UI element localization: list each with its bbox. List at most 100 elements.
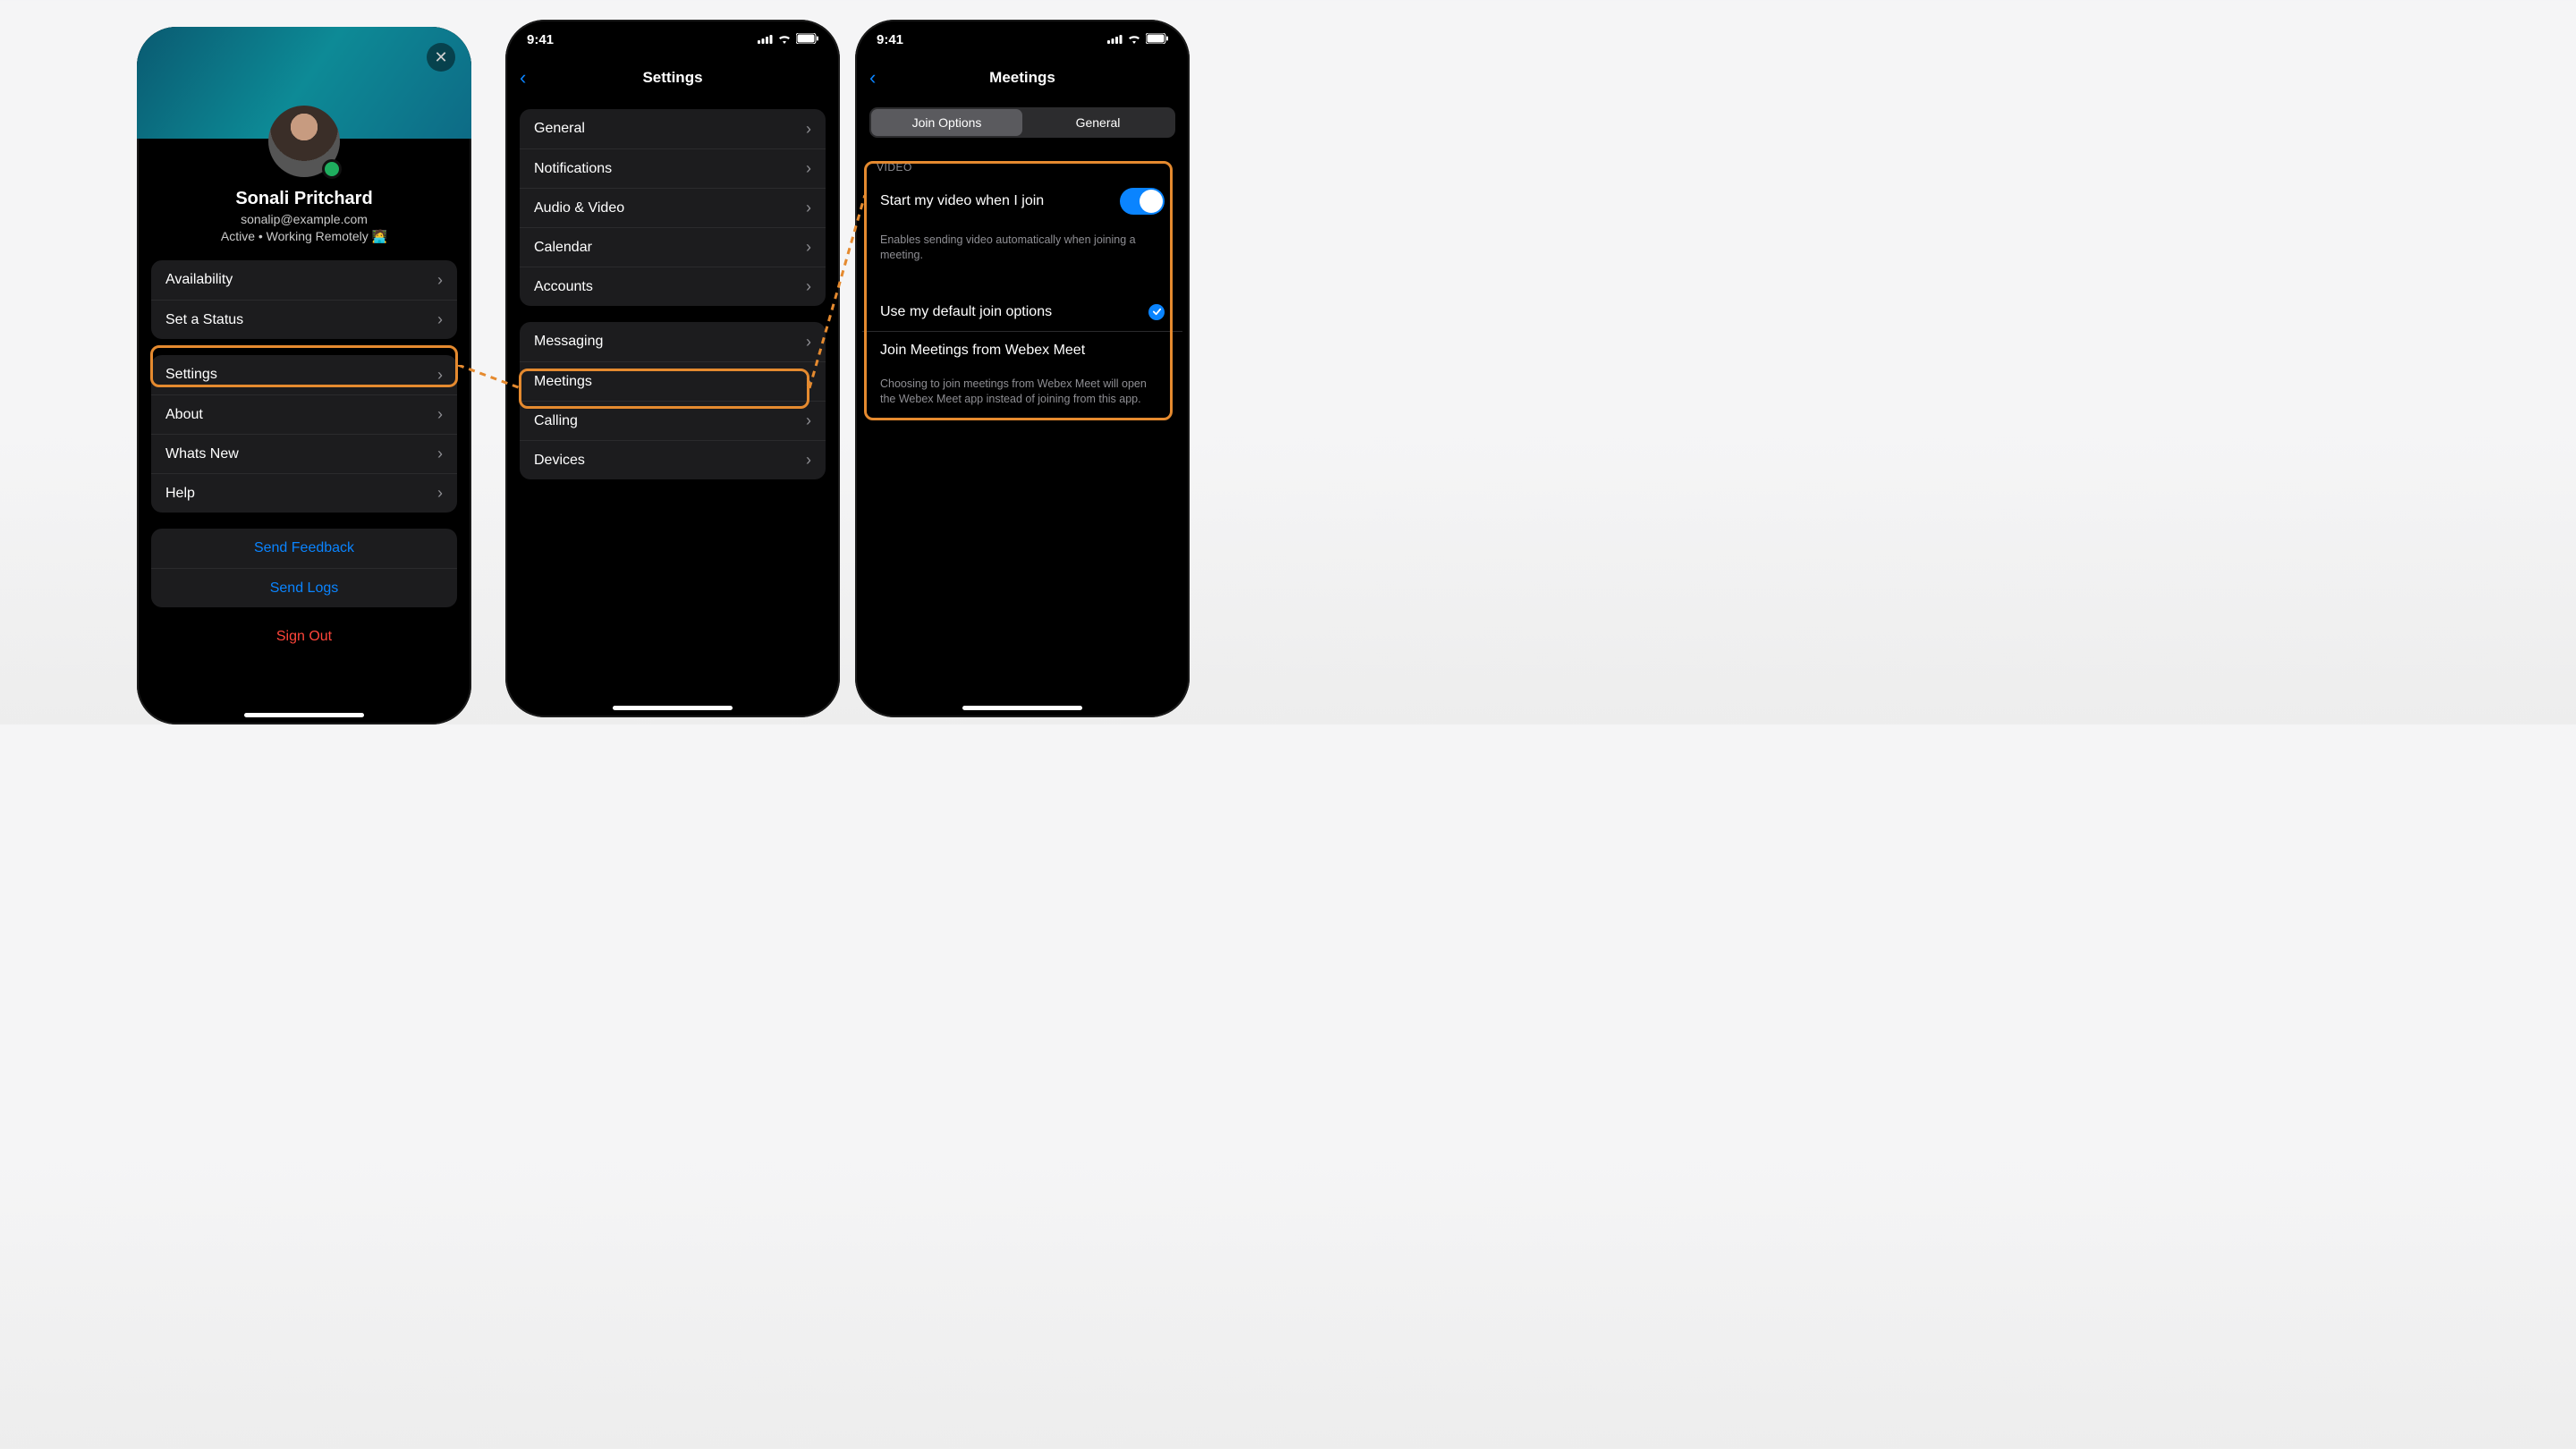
row-notifications[interactable]: Notifications › xyxy=(520,148,826,188)
nav-bar: ‹ Meetings xyxy=(855,59,1190,97)
row-label: Settings xyxy=(165,367,217,383)
row-label: Meetings xyxy=(534,374,592,390)
nav-title: Meetings xyxy=(989,69,1055,87)
segment-label: Join Options xyxy=(912,115,982,130)
row-use-default[interactable]: Use my default join options xyxy=(862,293,1182,332)
row-devices[interactable]: Devices › xyxy=(520,440,826,479)
row-label: Send Logs xyxy=(270,580,339,597)
segment-general[interactable]: General xyxy=(1022,109,1174,136)
chevron-right-icon: › xyxy=(806,411,811,430)
user-name: Sonali Pritchard xyxy=(137,189,471,209)
row-label: Start my video when I join xyxy=(880,193,1044,209)
settings-group-2: Messaging › Meetings › Calling › Devices › xyxy=(520,322,826,479)
status-time: 9:41 xyxy=(527,32,554,47)
chevron-right-icon: › xyxy=(437,405,443,424)
row-label: Use my default join options xyxy=(880,304,1052,320)
phone-profile: ✕ Sonali Pritchard sonalip@example.com A… xyxy=(137,27,471,724)
chevron-right-icon: › xyxy=(437,310,443,329)
row-settings[interactable]: Settings › xyxy=(151,355,457,394)
row-label: Set a Status xyxy=(165,312,243,328)
nav-title: Settings xyxy=(642,69,702,87)
segment-label: General xyxy=(1076,115,1121,130)
start-video-description: Enables sending video automatically when… xyxy=(862,225,1182,263)
presence-indicator xyxy=(322,159,342,179)
signal-icon xyxy=(1107,32,1123,47)
chevron-right-icon: › xyxy=(806,372,811,391)
row-send-logs[interactable]: Send Logs xyxy=(151,568,457,607)
back-button[interactable]: ‹ xyxy=(869,66,876,89)
profile-group-2: Settings › About › Whats New › Help › xyxy=(151,355,457,513)
row-whats-new[interactable]: Whats New › xyxy=(151,434,457,473)
chevron-right-icon: › xyxy=(806,199,811,217)
chevron-right-icon: › xyxy=(806,451,811,470)
wifi-icon xyxy=(1127,32,1141,47)
chevron-right-icon: › xyxy=(806,333,811,352)
phone-settings: 9:41 ‹ Settings General› Notifications› … xyxy=(505,20,840,717)
avatar[interactable] xyxy=(268,106,340,177)
chevron-right-icon: › xyxy=(806,277,811,296)
toggle-knob xyxy=(1140,190,1163,213)
home-indicator[interactable] xyxy=(962,706,1082,710)
row-label: Accounts xyxy=(534,279,593,295)
status-bar: 9:41 xyxy=(855,20,1190,59)
row-start-video[interactable]: Start my video when I join xyxy=(862,177,1182,225)
row-messaging[interactable]: Messaging › xyxy=(520,322,826,361)
wifi-icon xyxy=(777,32,792,47)
row-label: Whats New xyxy=(165,446,239,462)
row-label: Join Meetings from Webex Meet xyxy=(880,343,1085,359)
chevron-right-icon: › xyxy=(806,238,811,257)
nav-bar: ‹ Settings xyxy=(505,59,840,97)
row-label: Messaging xyxy=(534,334,603,350)
chevron-right-icon: › xyxy=(437,484,443,503)
status-bar: 9:41 xyxy=(505,20,840,59)
home-indicator[interactable] xyxy=(244,713,364,717)
row-set-status[interactable]: Set a Status › xyxy=(151,300,457,339)
row-calling[interactable]: Calling › xyxy=(520,401,826,440)
user-email: sonalip@example.com xyxy=(137,212,471,226)
profile-group-3: Send Feedback Send Logs xyxy=(151,529,457,607)
row-availability[interactable]: Availability › xyxy=(151,260,457,300)
row-help[interactable]: Help › xyxy=(151,473,457,513)
chevron-right-icon: › xyxy=(437,445,443,463)
toggle-start-video[interactable] xyxy=(1120,188,1165,215)
row-label: Calling xyxy=(534,413,578,429)
checkmark-icon xyxy=(1148,304,1165,320)
battery-icon xyxy=(796,32,818,47)
join-webex-description: Choosing to join meetings from Webex Mee… xyxy=(862,369,1182,407)
row-about[interactable]: About › xyxy=(151,394,457,434)
close-button[interactable]: ✕ xyxy=(427,43,455,72)
phone-meetings: 9:41 ‹ Meetings Join Options General VID… xyxy=(855,20,1190,717)
section-header-video: VIDEO xyxy=(877,161,1168,174)
row-join-webex[interactable]: Join Meetings from Webex Meet xyxy=(862,332,1182,369)
sign-out-label: Sign Out xyxy=(276,629,332,644)
row-send-feedback[interactable]: Send Feedback xyxy=(151,529,457,568)
row-label: Availability xyxy=(165,272,233,288)
back-button[interactable]: ‹ xyxy=(520,66,526,89)
row-audio-video[interactable]: Audio & Video › xyxy=(520,188,826,227)
chevron-right-icon: › xyxy=(437,271,443,290)
row-label: Send Feedback xyxy=(254,540,354,556)
chevron-right-icon: › xyxy=(806,159,811,178)
status-time: 9:41 xyxy=(877,32,903,47)
signal-icon xyxy=(758,32,773,47)
row-calendar[interactable]: Calendar › xyxy=(520,227,826,267)
sign-out-button[interactable]: Sign Out xyxy=(137,629,471,645)
row-label: General xyxy=(534,121,585,137)
row-label: Audio & Video xyxy=(534,200,624,216)
chevron-right-icon: › xyxy=(437,366,443,385)
row-meetings[interactable]: Meetings › xyxy=(520,361,826,401)
row-label: About xyxy=(165,407,203,423)
profile-group-1: Availability › Set a Status › xyxy=(151,260,457,339)
row-label: Notifications xyxy=(534,161,612,177)
segmented-control[interactable]: Join Options General xyxy=(869,107,1175,138)
row-general[interactable]: General› xyxy=(520,109,826,148)
row-accounts[interactable]: Accounts › xyxy=(520,267,826,306)
user-status: Active • Working Remotely 🧑‍💻 xyxy=(137,229,471,244)
row-label: Devices xyxy=(534,453,585,469)
row-label: Calendar xyxy=(534,240,592,256)
settings-group-1: General› Notifications› Audio & Video› C… xyxy=(520,109,826,306)
segment-join-options[interactable]: Join Options xyxy=(871,109,1022,136)
close-icon: ✕ xyxy=(434,48,447,67)
identity-block: Sonali Pritchard sonalip@example.com Act… xyxy=(137,189,471,244)
home-indicator[interactable] xyxy=(613,706,733,710)
